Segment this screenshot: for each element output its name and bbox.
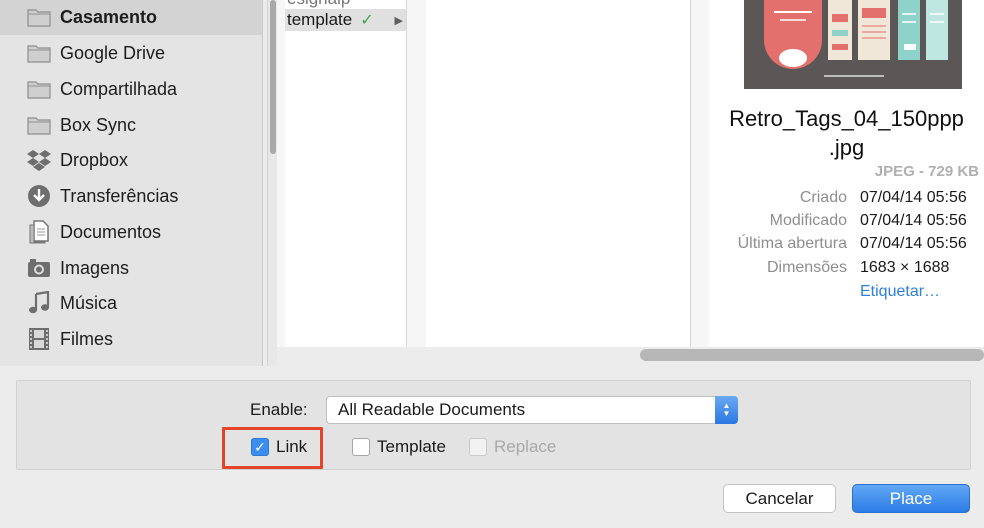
meta-row-created: Criado 07/04/14 05:56 [799, 189, 967, 206]
list-item-template[interactable]: template ✓ ▶ [285, 9, 406, 31]
download-icon [27, 184, 51, 208]
sidebar-item-label: Box Sync [60, 114, 137, 135]
list-item-label: template [287, 10, 353, 29]
sidebar-item-label: Transferências [60, 185, 179, 206]
sidebar-item-transferencias[interactable]: Transferências [0, 178, 262, 214]
browser-column-1: esignalp template ✓ ▶ || [285, 0, 417, 347]
sidebar-item-imagens[interactable]: Imagens [0, 250, 262, 286]
folder-icon [27, 77, 51, 101]
add-tags-link[interactable]: Etiquetar… [860, 283, 940, 301]
sidebar-item-label: Casamento [60, 6, 158, 27]
meta-row-last-opened: Última abertura 07/04/14 05:56 [737, 235, 967, 252]
replace-checkbox: Replace [469, 437, 556, 457]
sidebar-scrollbar[interactable] [267, 0, 277, 366]
folder-icon [27, 113, 51, 137]
chevron-right-icon: ▶ [394, 14, 403, 27]
sidebar-item-casamento[interactable]: Casamento [0, 0, 262, 35]
meta-row-modified: Modificado 07/04/14 05:56 [769, 212, 967, 229]
file-preview: Retro_Tags_04_150ppp .jpg JPEG - 729 KB … [709, 0, 984, 347]
sidebar-item-label: Google Drive [60, 42, 166, 63]
sidebar-item-google-drive[interactable]: Google Drive [0, 35, 262, 71]
sidebar: Casamento Google Drive Compartilhada Box… [0, 0, 263, 366]
camera-icon [27, 256, 51, 280]
sidebar-item-label: Compartilhada [60, 78, 178, 99]
sidebar-item-compartilhada[interactable]: Compartilhada [0, 71, 262, 107]
file-type-size: JPEG - 729 KB [874, 163, 979, 180]
image-thumbnail [744, 0, 962, 89]
place-dialog: Casamento Google Drive Compartilhada Box… [0, 0, 984, 528]
sidebar-item-label: Documentos [60, 221, 162, 242]
enable-label: Enable: [250, 400, 308, 419]
sidebar-scroll-thumb[interactable] [270, 0, 276, 154]
link-highlight-box [222, 427, 323, 469]
enable-select-value: All Readable Documents [338, 400, 526, 419]
select-arrows-icon: ▲ ▼ [715, 396, 738, 424]
music-icon [27, 291, 51, 315]
meta-row-dimensions: Dimensões 1683 × 1688 [766, 259, 950, 276]
column-gap [407, 0, 426, 347]
checkbox-icon [352, 438, 370, 456]
folder-icon [27, 5, 51, 29]
sidebar-item-musica[interactable]: Música [0, 285, 262, 321]
documents-icon [27, 220, 51, 244]
sidebar-item-label: Dropbox [60, 149, 129, 170]
dropbox-icon [27, 148, 51, 172]
checkbox-icon [469, 438, 487, 456]
checkmark-icon: ✓ [360, 12, 374, 29]
file-name: Retro_Tags_04_150ppp .jpg [729, 106, 964, 160]
place-button[interactable]: Place [852, 484, 970, 513]
browser-column-2: || [426, 0, 699, 347]
horizontal-scroll-thumb[interactable] [640, 349, 984, 361]
film-icon [27, 327, 51, 351]
cancel-button[interactable]: Cancelar [723, 484, 836, 513]
folder-icon [27, 41, 51, 65]
enable-select[interactable]: All Readable Documents ▲ ▼ [326, 396, 738, 424]
column-gap [691, 0, 709, 347]
sidebar-item-box-sync[interactable]: Box Sync [0, 107, 262, 143]
sidebar-item-filmes[interactable]: Filmes [0, 321, 262, 357]
options-panel: Enable: All Readable Documents ▲ ▼ ✓ Link… [16, 380, 971, 470]
column-gap [277, 0, 285, 347]
sidebar-item-label: Imagens [60, 257, 130, 278]
sidebar-item-label: Música [60, 292, 118, 313]
sidebar-item-documentos[interactable]: Documentos [0, 214, 262, 250]
sidebar-item-label: Filmes [60, 328, 113, 349]
template-checkbox[interactable]: Template [352, 437, 446, 457]
sidebar-item-dropbox[interactable]: Dropbox [0, 142, 262, 178]
